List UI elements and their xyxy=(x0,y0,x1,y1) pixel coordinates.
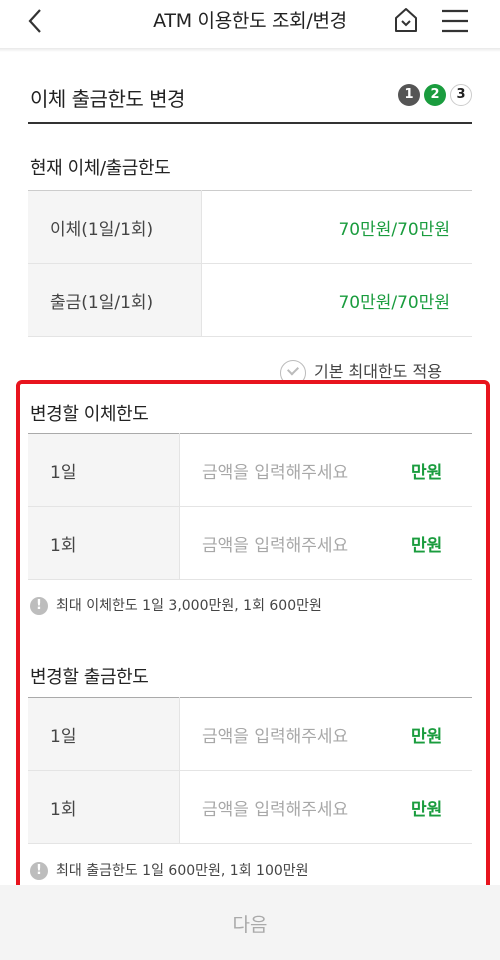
transfer-daily-input[interactable]: 금액을 입력해주세요 xyxy=(179,433,410,507)
step-1: 1 xyxy=(398,84,420,106)
transfer-notice: ! 최대 이체한도 1일 3,000만원, 1회 600만원 xyxy=(30,595,322,615)
row-label: 1회 xyxy=(28,770,180,844)
transfer-limit-title: 변경할 이체한도 xyxy=(30,404,149,425)
unit-label: 만원 xyxy=(410,697,472,771)
section-header: 이체 출금한도 변경 1 2 3 xyxy=(28,78,472,124)
page-title: ATM 이용한도 조회/변경 xyxy=(153,10,347,32)
step-2-active: 2 xyxy=(424,84,446,106)
table-row: 1회 금액을 입력해주세요 만원 xyxy=(28,506,472,580)
unit-label: 만원 xyxy=(410,506,472,580)
row-value: 70만원/70만원 xyxy=(201,190,472,264)
input-placeholder: 금액을 입력해주세요 xyxy=(202,799,349,820)
table-row: 출금(1일/1회) 70만원/70만원 xyxy=(28,263,472,337)
checkbox-label: 기본 최대한도 적용 xyxy=(314,362,442,381)
row-label: 출금(1일/1회) xyxy=(28,263,202,337)
current-limit-table: 이체(1일/1회) 70만원/70만원 출금(1일/1회) 70만원/70만원 xyxy=(28,190,472,337)
table-row: 1일 금액을 입력해주세요 만원 xyxy=(28,433,472,507)
step-indicator: 1 2 3 xyxy=(398,84,472,106)
footer-bar: 다음 xyxy=(0,885,500,960)
menu-icon[interactable] xyxy=(440,8,470,34)
input-placeholder: 금액을 입력해주세요 xyxy=(202,462,349,483)
section-title: 이체 출금한도 변경 xyxy=(30,87,185,111)
table-row: 이체(1일/1회) 70만원/70만원 xyxy=(28,190,472,264)
unit-label: 만원 xyxy=(410,770,472,844)
table-row: 1일 금액을 입력해주세요 만원 xyxy=(28,697,472,771)
input-placeholder: 금액을 입력해주세요 xyxy=(202,726,349,747)
row-label: 1일 xyxy=(28,697,180,771)
info-icon: ! xyxy=(30,597,48,615)
row-label: 1일 xyxy=(28,433,180,507)
unit-label: 만원 xyxy=(410,433,472,507)
info-icon: ! xyxy=(30,862,48,880)
input-placeholder: 금액을 입력해주세요 xyxy=(202,535,349,556)
withdraw-limit-title: 변경할 출금한도 xyxy=(30,667,149,688)
withdraw-daily-input[interactable]: 금액을 입력해주세요 xyxy=(179,697,410,771)
header-divider xyxy=(0,48,500,52)
transfer-limit-table: 1일 금액을 입력해주세요 만원 1회 금액을 입력해주세요 만원 xyxy=(28,433,472,580)
step-3: 3 xyxy=(450,84,472,106)
notice-text: 최대 이체한도 1일 3,000만원, 1회 600만원 xyxy=(56,598,322,614)
home-icon[interactable] xyxy=(392,6,420,34)
withdraw-limit-table: 1일 금액을 입력해주세요 만원 1회 금액을 입력해주세요 만원 xyxy=(28,697,472,844)
row-value: 70만원/70만원 xyxy=(201,263,472,337)
next-button[interactable]: 다음 xyxy=(0,910,500,937)
table-row: 1회 금액을 입력해주세요 만원 xyxy=(28,770,472,844)
app-header: ATM 이용한도 조회/변경 xyxy=(0,0,500,48)
notice-text: 최대 출금한도 1일 600만원, 1회 100만원 xyxy=(56,863,309,879)
transfer-once-input[interactable]: 금액을 입력해주세요 xyxy=(179,506,410,580)
current-limit-title: 현재 이체/출금한도 xyxy=(30,158,171,179)
row-label: 1회 xyxy=(28,506,180,580)
withdraw-once-input[interactable]: 금액을 입력해주세요 xyxy=(179,770,410,844)
row-label: 이체(1일/1회) xyxy=(28,190,202,264)
withdraw-notice: ! 최대 출금한도 1일 600만원, 1회 100만원 xyxy=(30,860,309,880)
